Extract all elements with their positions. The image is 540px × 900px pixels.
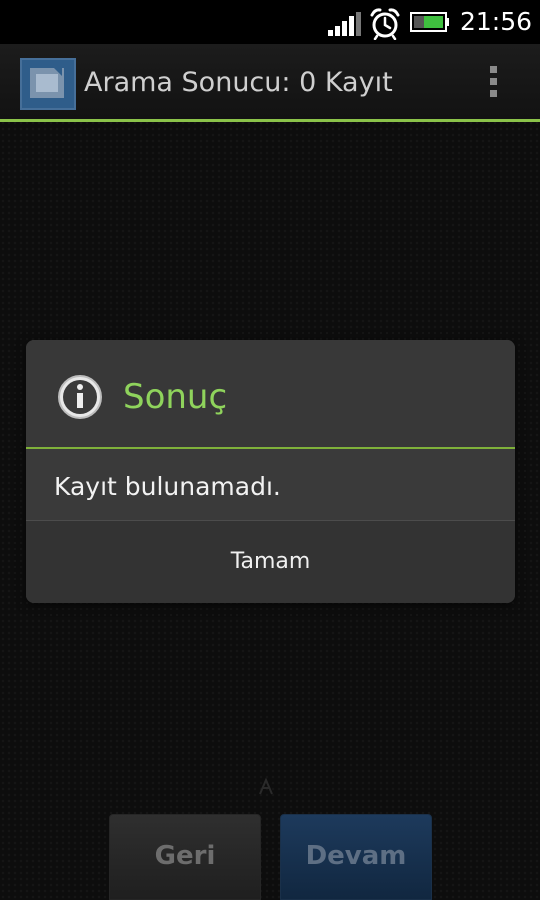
signal-icon (328, 12, 361, 36)
dialog-message: Kayıt bulunamadı. (54, 472, 281, 501)
alarm-clock-icon (370, 8, 400, 40)
action-bar: Arama Sonucu: 0 Kayıt (0, 44, 540, 122)
page-title: Arama Sonucu: 0 Kayıt (84, 67, 393, 98)
back-button[interactable]: Geri (109, 814, 261, 900)
next-button[interactable]: Devam (280, 814, 432, 900)
watermark-icon (259, 777, 273, 795)
dialog-header: Sonuç (26, 340, 515, 449)
status-time: 21:56 (460, 7, 533, 36)
status-bar: 21:56 (0, 0, 540, 44)
dialog-title: Sonuç (123, 377, 228, 417)
info-icon (58, 375, 102, 419)
battery-icon (410, 12, 449, 32)
ok-button[interactable]: Tamam (26, 521, 515, 603)
app-logo-icon[interactable] (20, 58, 76, 110)
screen: 21:56 Arama Sonucu: 0 Kayıt Sonuç Kayıt … (0, 0, 540, 900)
result-dialog: Sonuç Kayıt bulunamadı. Tamam (26, 340, 515, 603)
overflow-menu-icon[interactable] (482, 66, 504, 102)
